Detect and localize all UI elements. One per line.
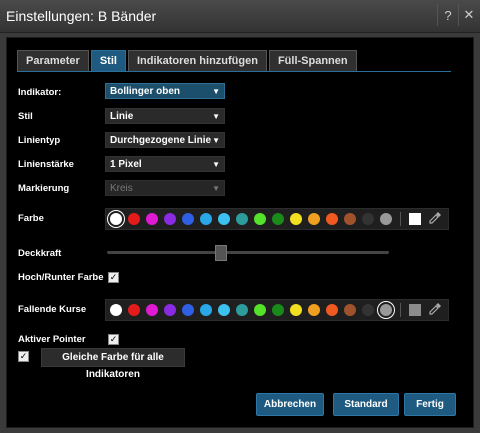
color-swatch[interactable] <box>380 213 392 225</box>
color-swatch[interactable] <box>326 213 338 225</box>
color-swatch[interactable] <box>254 213 266 225</box>
color-swatch[interactable] <box>308 213 320 225</box>
color-swatch[interactable] <box>218 213 230 225</box>
chevron-down-icon: ▼ <box>212 112 220 121</box>
stil-select[interactable]: Linie ▼ <box>105 108 225 124</box>
tab-parameter[interactable]: Parameter <box>17 50 89 71</box>
linientyp-label: Linientyp <box>18 135 61 146</box>
color-swatch[interactable] <box>254 304 266 316</box>
chevron-down-icon: ▼ <box>212 184 220 193</box>
markierung-value: Kreis <box>110 183 133 194</box>
gleiche-farbe-button[interactable]: Gleiche Farbe für alle Indikatoren <box>41 348 185 380</box>
chevron-down-icon: ▼ <box>212 160 220 169</box>
color-swatch[interactable] <box>164 213 176 225</box>
color-swatch[interactable] <box>182 304 194 316</box>
palette-divider <box>400 212 401 226</box>
hochrunter-checkbox[interactable]: ✓ <box>108 272 119 283</box>
palette-divider <box>400 303 401 317</box>
color-swatch[interactable] <box>362 304 374 316</box>
indikator-label: Indikator: <box>18 87 62 98</box>
color-swatch[interactable] <box>128 213 140 225</box>
color-swatch[interactable] <box>200 213 212 225</box>
color-swatch[interactable] <box>164 304 176 316</box>
color-swatch[interactable] <box>182 213 194 225</box>
deckkraft-label: Deckkraft <box>18 248 62 259</box>
fallende-palette <box>105 299 449 321</box>
custom-color-swatch[interactable] <box>409 304 421 316</box>
color-swatch[interactable] <box>146 304 158 316</box>
chevron-down-icon: ▼ <box>212 136 220 145</box>
color-swatch[interactable] <box>380 304 392 316</box>
stil-label: Stil <box>18 111 33 122</box>
color-swatch[interactable] <box>344 304 356 316</box>
indikator-select[interactable]: Bollinger oben ▼ <box>105 83 225 99</box>
gleiche-farbe-checkbox[interactable]: ✓ <box>18 351 29 362</box>
aktiver-pointer-label: Aktiver Pointer <box>18 334 86 345</box>
markierung-select: Kreis ▼ <box>105 180 225 196</box>
tab-bar: Parameter Stil Indikatoren hinzufügen Fü… <box>17 50 359 72</box>
farbe-palette <box>105 208 449 230</box>
title-bar: Einstellungen: B Bänder ? ✕ <box>0 0 480 33</box>
eyedropper-icon[interactable] <box>428 302 442 316</box>
markierung-label: Markierung <box>18 183 70 194</box>
color-swatch[interactable] <box>344 213 356 225</box>
standard-button[interactable]: Standard <box>333 393 399 416</box>
color-swatch[interactable] <box>236 213 248 225</box>
abbrechen-button[interactable]: Abbrechen <box>256 393 324 416</box>
farbe-label: Farbe <box>18 213 44 224</box>
color-swatch[interactable] <box>272 213 284 225</box>
linienstaerke-value: 1 Pixel <box>110 159 142 170</box>
deckkraft-slider-thumb[interactable] <box>214 245 227 261</box>
settings-panel: Parameter Stil Indikatoren hinzufügen Fü… <box>6 37 474 428</box>
color-swatch[interactable] <box>290 304 302 316</box>
fertig-button[interactable]: Fertig <box>404 393 456 416</box>
color-swatch[interactable] <box>110 304 122 316</box>
stil-value: Linie <box>110 111 134 122</box>
linienstaerke-label: Linienstärke <box>18 159 74 170</box>
color-swatch[interactable] <box>200 304 212 316</box>
color-swatch[interactable] <box>110 213 122 225</box>
linientyp-value: Durchgezogene Linie <box>110 135 212 146</box>
tab-fuell-spannen[interactable]: Füll-Spannen <box>268 50 357 71</box>
color-swatch[interactable] <box>272 304 284 316</box>
close-icon[interactable]: ✕ <box>458 4 479 26</box>
indikator-value: Bollinger oben <box>110 86 180 97</box>
color-swatch[interactable] <box>308 304 320 316</box>
tab-stil[interactable]: Stil <box>90 50 126 71</box>
color-swatch[interactable] <box>236 304 248 316</box>
color-swatch[interactable] <box>146 213 158 225</box>
color-swatch[interactable] <box>362 213 374 225</box>
custom-color-swatch[interactable] <box>409 213 421 225</box>
linienstaerke-select[interactable]: 1 Pixel ▼ <box>105 156 225 172</box>
color-swatch[interactable] <box>290 213 302 225</box>
color-swatch[interactable] <box>218 304 230 316</box>
aktiver-pointer-checkbox[interactable]: ✓ <box>108 334 119 345</box>
tab-underline <box>17 71 451 72</box>
fallende-label: Fallende Kurse <box>18 304 87 315</box>
color-swatch[interactable] <box>128 304 140 316</box>
linientyp-select[interactable]: Durchgezogene Linie ▼ <box>105 132 225 148</box>
hochrunter-label: Hoch/Runter Farbe <box>18 272 104 283</box>
eyedropper-icon[interactable] <box>428 211 442 225</box>
window-title: Einstellungen: B Bänder <box>6 8 157 24</box>
deckkraft-slider-track[interactable] <box>107 251 389 254</box>
help-icon[interactable]: ? <box>437 4 458 26</box>
color-swatch[interactable] <box>326 304 338 316</box>
chevron-down-icon: ▼ <box>212 87 220 96</box>
tab-indikatoren-hinzufuegen[interactable]: Indikatoren hinzufügen <box>127 50 267 71</box>
